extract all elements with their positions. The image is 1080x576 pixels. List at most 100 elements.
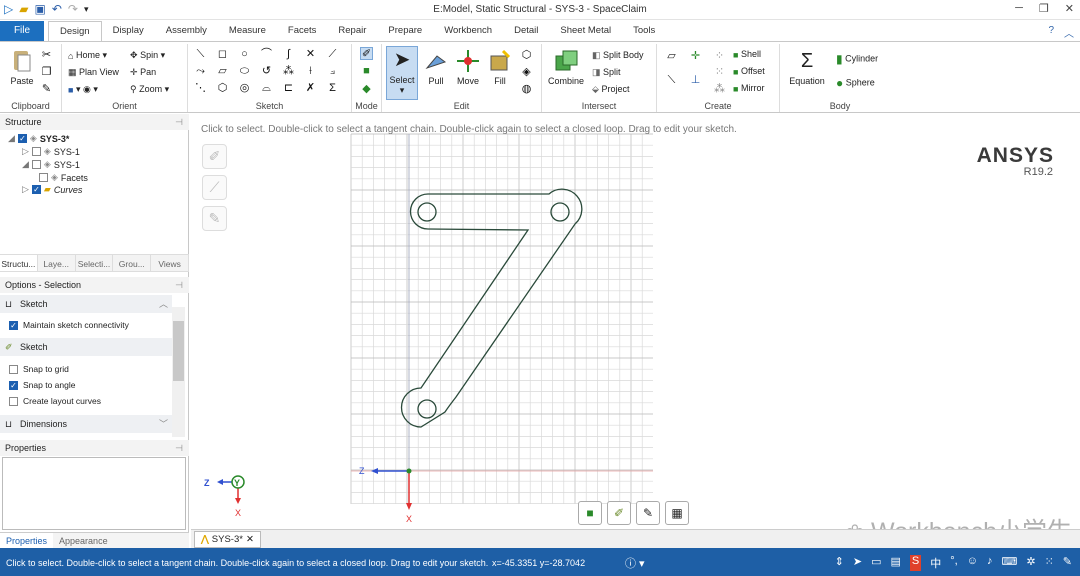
extend-icon[interactable]: ✗: [304, 82, 317, 95]
tree-node[interactable]: ◢ ✓ ◈ SYS-3*: [8, 133, 69, 144]
sketch-plane-icon[interactable]: ✐: [607, 501, 631, 525]
panel-tab[interactable]: Structu...: [0, 255, 38, 271]
apps-icon[interactable]: ⁙: [1045, 555, 1054, 571]
sketch-line-icon[interactable]: ⟋: [202, 175, 227, 200]
three-point-circle-icon[interactable]: ◎: [238, 82, 251, 95]
spline-icon[interactable]: ∫: [282, 48, 295, 61]
pin-icon[interactable]: ⊣: [175, 277, 183, 293]
shell-button[interactable]: ■ Shell: [733, 49, 761, 60]
bend-icon[interactable]: Σ: [326, 82, 339, 95]
ribbon-tab-repair[interactable]: Repair: [327, 21, 377, 42]
panel-tab[interactable]: Selecti...: [76, 255, 114, 271]
edit-sketch-icon[interactable]: ✎: [636, 501, 660, 525]
line-icon[interactable]: ⟍: [665, 74, 678, 87]
ribbon-tab-workbench[interactable]: Workbench: [433, 21, 503, 42]
fill-button[interactable]: Fill: [486, 48, 514, 86]
circle-icon[interactable]: ○: [238, 48, 251, 61]
solid-view-icon[interactable]: ■: [578, 501, 602, 525]
tree-node-checkbox[interactable]: [31, 160, 41, 169]
expand-icon[interactable]: ﹀: [159, 415, 168, 433]
point-icon[interactable]: ⁂: [282, 65, 295, 78]
expand-icon[interactable]: ▷: [22, 184, 29, 195]
offset-button[interactable]: ■ Offset: [733, 66, 765, 77]
combine-button[interactable]: Combine: [546, 48, 586, 86]
three-point-rect-icon[interactable]: ▱: [216, 65, 229, 78]
maximize-icon[interactable]: ❐: [1039, 2, 1049, 15]
snap-to-grid-option[interactable]: Snap to grid: [9, 364, 69, 374]
close-icon[interactable]: ✕: [1065, 2, 1074, 15]
tree-node-checkbox[interactable]: [31, 147, 41, 156]
help-icon[interactable]: ?: [1048, 25, 1054, 40]
ribbon-tab-prepare[interactable]: Prepare: [377, 21, 433, 42]
tree-node[interactable]: ◈ Facets: [36, 172, 88, 183]
project-button[interactable]: ⬙ Project: [592, 84, 629, 95]
options-scrollbar[interactable]: [172, 307, 185, 437]
ribbon-tab-tools[interactable]: Tools: [622, 21, 666, 42]
rectangle-icon[interactable]: ◻: [216, 48, 229, 61]
mirror-button[interactable]: ■ Mirror: [733, 83, 764, 94]
snap-to-angle-option[interactable]: ✓ Snap to angle: [9, 380, 75, 390]
input-method-icon[interactable]: S: [909, 555, 922, 571]
plane-icon[interactable]: ▱: [665, 50, 678, 63]
grid-pattern-icon[interactable]: ⁂: [713, 83, 726, 96]
polygon-icon[interactable]: ⬡: [216, 82, 229, 95]
expand-icon[interactable]: ◢: [22, 159, 29, 170]
format-painter-icon[interactable]: ✎: [40, 83, 53, 96]
line-icon[interactable]: ⟍: [194, 48, 207, 61]
select-button[interactable]: ➤ Select ▾: [386, 46, 418, 100]
zoom-button[interactable]: ⚲ Zoom ▾: [130, 84, 169, 95]
grid-display-icon[interactable]: ▦: [665, 501, 689, 525]
sketch-select-icon[interactable]: ✐: [202, 144, 227, 169]
updown-icon[interactable]: ⇕: [835, 555, 844, 571]
settings-icon[interactable]: ✲: [1026, 555, 1035, 571]
split-button[interactable]: ◨ Split: [592, 67, 621, 78]
3d-mode-icon[interactable]: ◆: [360, 83, 373, 96]
pointer-icon[interactable]: ➤: [853, 555, 862, 571]
sweep-arc-icon[interactable]: ↺: [260, 65, 273, 78]
three-point-arc-icon[interactable]: ⌓: [260, 82, 273, 95]
construction-line-icon[interactable]: ⋱: [194, 82, 207, 95]
tree-node-checkbox[interactable]: ✓: [17, 134, 27, 143]
arc-tangent-icon[interactable]: ⌒: [260, 48, 273, 61]
options-section-dimensions[interactable]: ⊔ Dimensions ﹀: [0, 415, 172, 433]
options-section-sketch-2[interactable]: ✐ Sketch: [0, 338, 172, 356]
polyline-icon[interactable]: ⤳: [194, 65, 207, 78]
pin-icon[interactable]: ⊣: [175, 440, 183, 456]
expand-icon[interactable]: ◢: [8, 133, 15, 144]
ellipse-icon[interactable]: ⬭: [238, 65, 251, 78]
edit-tool-3-icon[interactable]: ◍: [520, 83, 533, 96]
paste-button[interactable]: Paste: [8, 48, 36, 86]
layout-curves-checkbox[interactable]: [9, 396, 18, 406]
scrollbar-thumb[interactable]: [173, 321, 184, 381]
wrench-icon[interactable]: ✎: [1063, 555, 1072, 571]
pattern-icon[interactable]: ⁙: [713, 66, 726, 79]
fillet-icon[interactable]: ⊏: [282, 82, 295, 95]
properties-tab[interactable]: Appearance: [53, 533, 114, 548]
ribbon-tab-facets[interactable]: Facets: [277, 21, 328, 42]
plan-view-button[interactable]: ▦ Plan View: [68, 67, 119, 78]
tree-node[interactable]: ▷ ◈ SYS-1: [22, 146, 80, 157]
split-body-button[interactable]: ◧ Split Body: [592, 50, 644, 61]
spin-button[interactable]: ✥ Spin ▾: [130, 50, 165, 61]
home-button[interactable]: ⌂ Home ▾: [68, 50, 107, 61]
pin-icon[interactable]: ⊣: [175, 114, 183, 130]
maintain-connectivity-checkbox[interactable]: ✓: [9, 320, 18, 330]
minimize-icon[interactable]: ─: [1015, 2, 1023, 15]
sphere-button[interactable]: ● Sphere: [836, 76, 875, 90]
sketch-mode-icon[interactable]: ✐: [360, 47, 373, 60]
panel-tab[interactable]: Grou...: [113, 255, 152, 271]
project-to-sketch-icon[interactable]: ⟊: [304, 65, 317, 78]
cut-icon[interactable]: ✂: [40, 49, 53, 62]
origin-icon[interactable]: ⊥: [689, 74, 702, 87]
microphone-icon[interactable]: ♪: [987, 555, 993, 571]
ribbon-tab-detail[interactable]: Detail: [503, 21, 549, 42]
tree-node-checkbox[interactable]: ✓: [31, 185, 41, 194]
file-menu-button[interactable]: File: [0, 21, 44, 41]
punctuation-icon[interactable]: °,: [950, 555, 957, 571]
snap-to-grid-checkbox[interactable]: [9, 364, 18, 374]
ribbon-tab-assembly[interactable]: Assembly: [155, 21, 218, 42]
maintain-connectivity-option[interactable]: ✓ Maintain sketch connectivity: [9, 320, 129, 330]
layers-icon[interactable]: ▤: [891, 555, 901, 571]
offset-icon[interactable]: ⟓: [326, 65, 339, 78]
keyboard-icon[interactable]: ⌨: [1001, 555, 1017, 571]
